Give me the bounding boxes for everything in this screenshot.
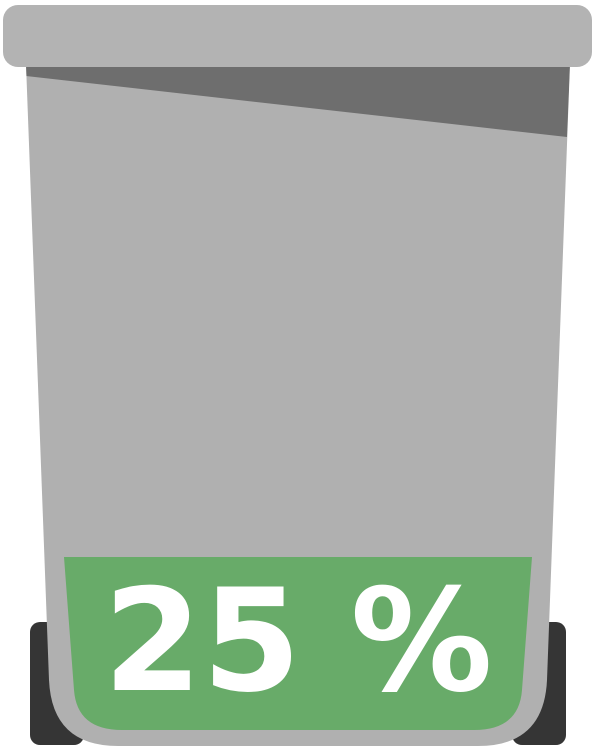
bin-lid [3,5,592,67]
fill-percentage-label: 25 % [103,559,492,724]
waste-bin-fill-level-graphic: 25 % [3,5,592,746]
